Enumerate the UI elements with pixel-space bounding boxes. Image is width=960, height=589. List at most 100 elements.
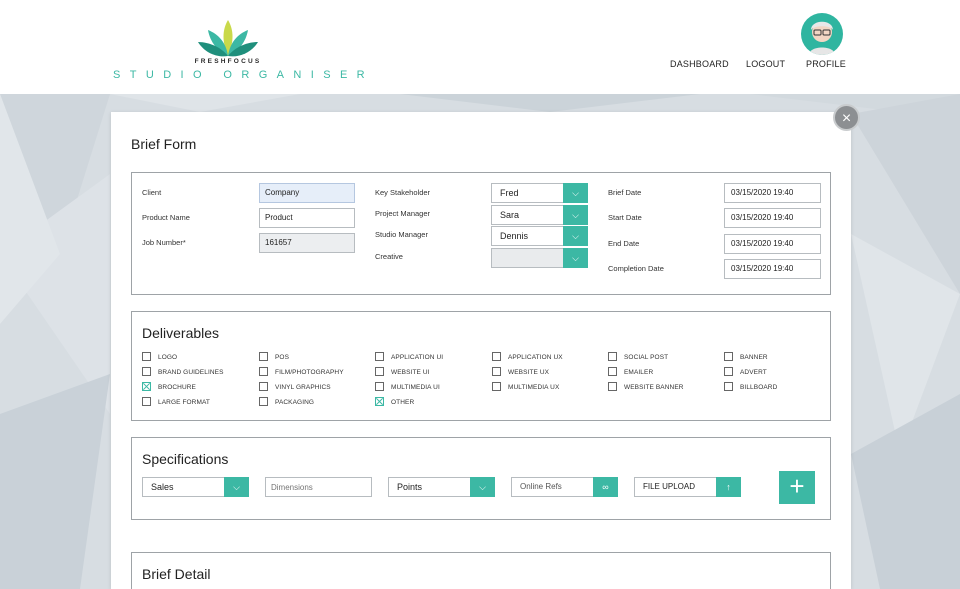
checkbox[interactable] xyxy=(608,382,617,391)
deliverable-item[interactable]: APPLICATION UX xyxy=(492,352,563,362)
deliverable-label: PACKAGING xyxy=(275,399,315,407)
deliverable-item[interactable]: OTHER xyxy=(375,397,414,407)
spec-category-value: Sales xyxy=(151,482,174,492)
chevron-down-icon[interactable]: ⌵ xyxy=(224,477,249,497)
key-stakeholder-select[interactable]: Fred ⌵ xyxy=(491,183,588,203)
points-select[interactable]: Points ⌵ xyxy=(388,477,495,497)
deliverable-label: WEBSITE UI xyxy=(391,369,430,377)
deliverable-item[interactable]: APPLICATION UI xyxy=(375,352,443,362)
brief-info-section: Client Company Product Name Product Job … xyxy=(131,172,831,295)
chevron-down-icon[interactable]: ⌵ xyxy=(563,183,588,203)
brand-name-small: FRESHFOCUS xyxy=(194,58,262,65)
checkbox[interactable] xyxy=(375,382,384,391)
completion-date-field[interactable]: 03/15/2020 19:40 xyxy=(724,259,821,279)
avatar[interactable] xyxy=(801,13,843,55)
link-icon[interactable]: ∞ xyxy=(593,477,618,497)
deliverable-item[interactable]: SOCIAL POST xyxy=(608,352,669,362)
checkbox[interactable] xyxy=(724,352,733,361)
dimensions-input[interactable] xyxy=(265,477,372,497)
deliverable-label: MULTIMEDIA UI xyxy=(391,384,440,392)
end-date-label: End Date xyxy=(608,239,640,248)
checkbox[interactable] xyxy=(142,397,151,406)
chevron-down-icon[interactable]: ⌵ xyxy=(563,205,588,225)
checkbox[interactable] xyxy=(142,352,151,361)
file-upload-button[interactable]: FILE UPLOAD ↑ xyxy=(634,477,741,497)
checkbox[interactable] xyxy=(375,367,384,376)
studio-manager-select[interactable]: Dennis ⌵ xyxy=(491,226,588,246)
checkbox[interactable] xyxy=(259,397,268,406)
product-name-label: Product Name xyxy=(142,213,190,222)
deliverable-item[interactable]: WEBSITE BANNER xyxy=(608,382,684,392)
deliverable-label: BANNER xyxy=(740,354,768,362)
checkbox[interactable] xyxy=(142,382,151,391)
checkbox[interactable] xyxy=(492,367,501,376)
project-manager-label: Project Manager xyxy=(375,209,431,218)
deliverables-title: Deliverables xyxy=(142,325,220,341)
nav-logout[interactable]: LOGOUT xyxy=(746,59,785,69)
studio-manager-value: Dennis xyxy=(500,231,529,241)
job-number-field[interactable]: 161657 xyxy=(259,233,355,253)
brief-date-field[interactable]: 03/15/2020 19:40 xyxy=(724,183,821,203)
nav-profile[interactable]: PROFILE xyxy=(806,59,846,69)
key-stakeholder-value: Fred xyxy=(500,188,519,198)
checkbox[interactable] xyxy=(259,352,268,361)
deliverable-item[interactable]: BANNER xyxy=(724,352,768,362)
checkbox[interactable] xyxy=(259,367,268,376)
points-value: Points xyxy=(397,482,423,492)
client-field[interactable]: Company xyxy=(259,183,355,203)
deliverable-item[interactable]: BILLBOARD xyxy=(724,382,778,392)
end-date-field[interactable]: 03/15/2020 19:40 xyxy=(724,234,821,254)
chevron-down-icon[interactable]: ⌵ xyxy=(470,477,495,497)
deliverable-item[interactable]: WEBSITE UI xyxy=(375,367,430,377)
checkbox[interactable] xyxy=(724,382,733,391)
nav-dashboard[interactable]: DASHBOARD xyxy=(670,59,729,69)
checkbox[interactable] xyxy=(375,352,384,361)
deliverable-label: BILLBOARD xyxy=(740,384,778,392)
deliverable-item[interactable]: PACKAGING xyxy=(259,397,315,407)
project-manager-select[interactable]: Sara ⌵ xyxy=(491,205,588,225)
deliverable-item[interactable]: MULTIMEDIA UI xyxy=(375,382,440,392)
page-title: Brief Form xyxy=(131,136,197,152)
deliverable-item[interactable]: BROCHURE xyxy=(142,382,196,392)
online-refs-field[interactable]: Online Refs ∞ xyxy=(511,477,618,497)
deliverable-label: FILM/PHOTOGRAPHY xyxy=(275,369,344,377)
deliverable-item[interactable]: BRAND GUIDELINES xyxy=(142,367,224,377)
deliverable-item[interactable]: FILM/PHOTOGRAPHY xyxy=(259,367,344,377)
checkbox[interactable] xyxy=(608,352,617,361)
checkbox[interactable] xyxy=(492,382,501,391)
start-date-label: Start Date xyxy=(608,213,642,222)
specifications-section: Specifications Sales ⌵ Points ⌵ Online R… xyxy=(131,437,831,520)
avatar-face-icon xyxy=(809,21,835,55)
deliverable-item[interactable]: POS xyxy=(259,352,290,362)
creative-select[interactable]: ⌵ xyxy=(491,248,588,268)
spec-category-select[interactable]: Sales ⌵ xyxy=(142,477,249,497)
deliverable-label: POS xyxy=(275,354,290,362)
brief-form-panel: Brief Form Client Company Product Name P… xyxy=(111,112,851,589)
deliverable-item[interactable]: EMAILER xyxy=(608,367,653,377)
add-spec-button[interactable]: + xyxy=(779,471,815,504)
chevron-down-icon[interactable]: ⌵ xyxy=(563,248,588,268)
deliverable-label: APPLICATION UX xyxy=(508,354,563,362)
product-name-field[interactable]: Product xyxy=(259,208,355,228)
deliverable-item[interactable]: MULTIMEDIA UX xyxy=(492,382,559,392)
checkbox[interactable] xyxy=(375,397,384,406)
deliverable-item[interactable]: LARGE FORMAT xyxy=(142,397,210,407)
close-button[interactable]: × xyxy=(833,104,860,131)
key-stakeholder-label: Key Stakeholder xyxy=(375,188,431,197)
plus-icon: + xyxy=(789,471,805,501)
deliverable-item[interactable]: LOGO xyxy=(142,352,177,362)
logo[interactable]: FRESHFOCUS STUDIO ORGANISER xyxy=(110,14,365,84)
deliverable-label: SOCIAL POST xyxy=(624,354,669,362)
deliverable-item[interactable]: VINYL GRAPHICS xyxy=(259,382,331,392)
arrow-up-icon[interactable]: ↑ xyxy=(716,477,741,497)
checkbox[interactable] xyxy=(142,367,151,376)
project-manager-value: Sara xyxy=(500,210,520,220)
start-date-field[interactable]: 03/15/2020 19:40 xyxy=(724,208,821,228)
checkbox[interactable] xyxy=(724,367,733,376)
checkbox[interactable] xyxy=(492,352,501,361)
deliverable-item[interactable]: WEBSITE UX xyxy=(492,367,549,377)
checkbox[interactable] xyxy=(608,367,617,376)
deliverable-item[interactable]: ADVERT xyxy=(724,367,767,377)
chevron-down-icon[interactable]: ⌵ xyxy=(563,226,588,246)
checkbox[interactable] xyxy=(259,382,268,391)
